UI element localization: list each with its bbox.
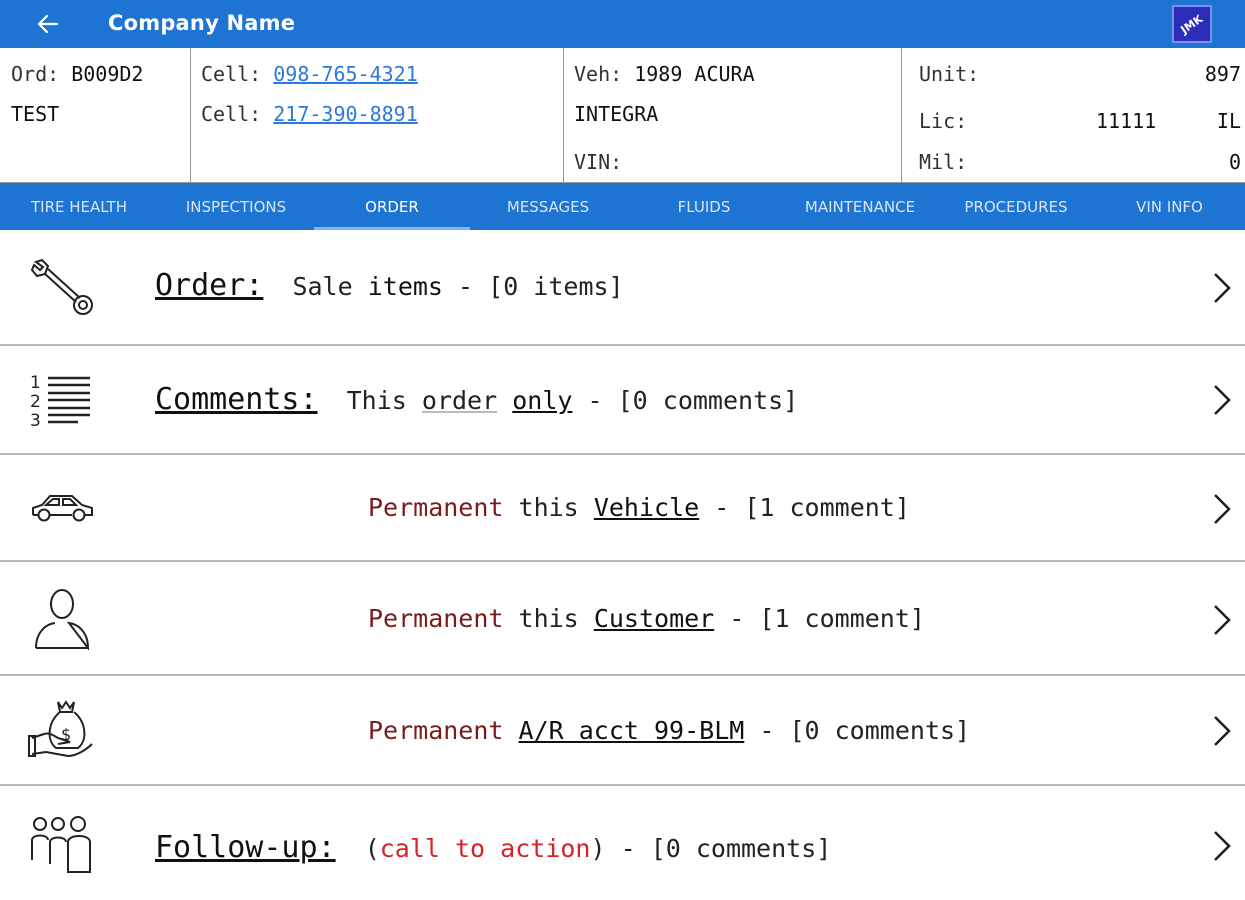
license-state: IL	[1216, 109, 1241, 133]
chevron-right-icon	[1214, 494, 1231, 524]
customer-comment-count: - [1 comment]	[729, 604, 925, 633]
order-text-items: items	[367, 272, 443, 301]
vehicle-comments-row[interactable]: Permanent this Vehicle - [1 comment]	[0, 455, 1245, 562]
license-label: Lic:	[919, 109, 968, 133]
order-number: B009D2	[71, 62, 144, 86]
mileage-label: Mil:	[919, 150, 968, 174]
paren-open: (	[364, 834, 380, 863]
customer-text-this: this	[518, 604, 579, 633]
permanent-label: Permanent	[368, 716, 504, 745]
wrench-icon	[30, 258, 93, 315]
customer-text-customer: Customer	[593, 604, 715, 633]
order-text-sale: Sale	[292, 272, 353, 301]
chevron-right-icon	[1214, 385, 1231, 415]
app-bar: Company Name JMK	[0, 0, 1245, 48]
follow-up-heading: Follow-up:	[155, 830, 336, 865]
order-count: - [0 items]	[458, 272, 624, 301]
svg-text:2: 2	[30, 392, 41, 412]
order-heading: Order:	[155, 268, 264, 303]
permanent-label: Permanent	[368, 493, 504, 522]
comments-text-only: only	[512, 386, 573, 415]
chevron-right-icon	[1214, 716, 1231, 746]
call-to-action-text: call to action	[379, 834, 591, 863]
ar-comment-count: - [0 comments]	[759, 716, 971, 745]
svg-text:3: 3	[30, 411, 41, 431]
order-items-row[interactable]: Order: Sale items - [0 items]	[0, 230, 1245, 346]
vehicle-text-vehicle: Vehicle	[593, 493, 700, 522]
vehicle-year-make: 1989 ACURA	[634, 62, 755, 86]
vehicle-comment-count: - [1 comment]	[714, 493, 910, 522]
car-icon	[32, 495, 93, 522]
follow-up-comment-count: - [0 comments]	[620, 834, 832, 863]
vehicle-model: INTEGRA	[574, 102, 659, 126]
chevron-right-icon	[1214, 831, 1231, 861]
ar-account-comments-row[interactable]: $ Permanent A/R acct 99-BLM - [0 comment…	[0, 676, 1245, 786]
tab-bar: TIRE HEALTH INSPECTIONS ORDER MESSAGES F…	[0, 183, 1245, 230]
permanent-label: Permanent	[368, 604, 504, 633]
tab-vin-info[interactable]: VIN INFO	[1094, 183, 1245, 230]
tab-messages[interactable]: MESSAGES	[470, 183, 626, 230]
vin-label: VIN:	[574, 150, 623, 174]
cell-phone-link-2[interactable]: 217-390-8891	[273, 102, 418, 126]
svg-text:$: $	[61, 725, 71, 744]
tab-fluids[interactable]: FLUIDS	[626, 183, 782, 230]
arrow-left-icon	[37, 14, 59, 34]
order-comments-row[interactable]: 1 2 3 Comments: This order only - [0 com…	[0, 346, 1245, 455]
app-title: Company Name	[108, 11, 296, 35]
person-icon	[35, 589, 90, 650]
unit-label: Unit:	[919, 62, 980, 86]
company-logo[interactable]: JMK	[1172, 5, 1212, 43]
order-column: Ord: B009D2 TEST	[0, 48, 191, 183]
chevron-right-icon	[1214, 605, 1231, 635]
follow-up-row[interactable]: Follow-up: (call to action) - [0 comment…	[0, 786, 1245, 900]
paren-close: )	[590, 834, 606, 863]
comments-count: - [0 comments]	[587, 386, 799, 415]
tab-maintenance[interactable]: MAINTENANCE	[782, 183, 938, 230]
money-bag-hand-icon: $	[28, 700, 93, 758]
ar-account-text: A/R acct 99-BLM	[518, 716, 745, 745]
cell-phone-link-1[interactable]: 098-765-4321	[273, 62, 418, 86]
svg-text:1: 1	[30, 373, 41, 393]
tab-tire-health[interactable]: TIRE HEALTH	[0, 183, 158, 230]
comments-text-order: order	[421, 386, 498, 415]
comments-text-this: This	[346, 386, 407, 415]
customer-name: TEST	[11, 102, 60, 126]
unit-column: Unit: 897 Lic: 11111 IL Mil: 0	[902, 48, 1245, 183]
tab-inspections[interactable]: INSPECTIONS	[158, 183, 314, 230]
numbered-list-icon: 1 2 3	[30, 373, 90, 431]
tab-order[interactable]: ORDER	[314, 183, 470, 230]
vehicle-label: Veh:	[574, 62, 623, 86]
phone-column: Cell: 098-765-4321 Cell: 217-390-8891	[191, 48, 564, 183]
unit-value: 897	[1204, 62, 1241, 86]
comments-heading: Comments:	[155, 382, 318, 417]
order-info-header: Ord: B009D2 TEST Cell: 098-765-4321 Cell…	[0, 48, 1245, 183]
cell-label: Cell:	[201, 62, 262, 86]
mileage-value: 0	[1228, 150, 1241, 174]
tab-procedures[interactable]: PROCEDURES	[938, 183, 1094, 230]
chevron-right-icon	[1214, 273, 1231, 303]
people-group-icon	[31, 816, 91, 873]
cell-label: Cell:	[201, 102, 262, 126]
order-label: Ord:	[11, 62, 60, 86]
vehicle-column: Veh: 1989 ACURA INTEGRA VIN:	[564, 48, 902, 183]
license-number: 11111	[1096, 109, 1157, 133]
logo-text: JMK	[1178, 11, 1206, 37]
customer-comments-row[interactable]: Permanent this Customer - [1 comment]	[0, 562, 1245, 676]
vehicle-text-this: this	[518, 493, 579, 522]
back-button[interactable]	[30, 6, 66, 42]
